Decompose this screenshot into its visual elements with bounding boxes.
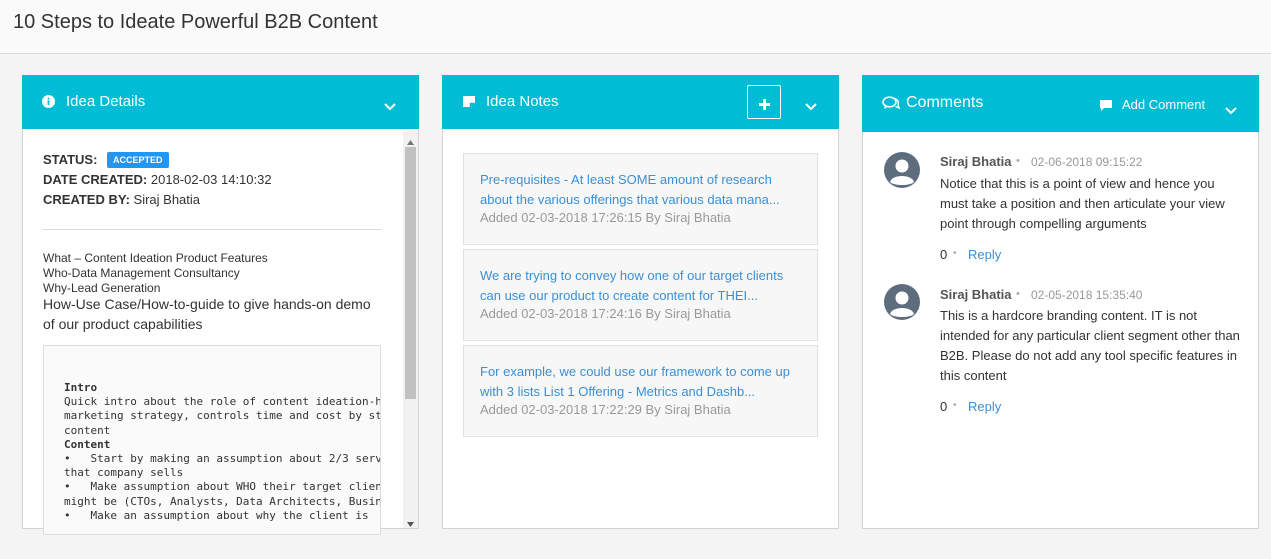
scroll-thumb[interactable]	[405, 147, 416, 399]
note-meta: Added 02-03-2018 17:26:15 By Siraj Bhati…	[480, 210, 731, 225]
status-row: STATUS: ACCEPTED	[43, 152, 169, 168]
divider	[43, 229, 381, 230]
note-text[interactable]: Pre-requisites - At least SOME amount of…	[480, 170, 805, 210]
comments-icon	[882, 96, 901, 116]
comment-icon[interactable]	[1099, 99, 1113, 117]
dot-separator: •	[1016, 288, 1020, 300]
description-line: Why-Lead Generation	[43, 281, 161, 295]
reply-link[interactable]: Reply	[968, 399, 1001, 414]
idea-details-header[interactable]: Idea Details	[22, 75, 419, 129]
comment-author: Siraj Bhatia	[940, 154, 1012, 169]
panel-title: Comments	[906, 94, 984, 111]
created-by-value: Siraj Bhatia	[133, 192, 201, 207]
comment-like-count: 0	[940, 247, 948, 262]
info-icon	[42, 95, 55, 113]
scroll-down-icon[interactable]	[406, 516, 415, 527]
comment-body: This is a hardcore branding content. IT …	[940, 308, 1240, 383]
chevron-down-icon[interactable]	[384, 98, 398, 111]
created-by-row: CREATED BY: Siraj Bhatia	[43, 192, 200, 207]
panel-title: Idea Notes	[486, 93, 559, 110]
description-how: How-Use Case/How-to-guide to give hands-…	[43, 296, 371, 332]
note-card[interactable]: For example, we could use our framework …	[463, 345, 818, 437]
idea-details-panel: Idea Details STATUS: ACCEPTED DATE CREAT…	[22, 75, 419, 535]
scroll-up-icon[interactable]	[406, 134, 415, 145]
page-title: 10 Steps to Ideate Powerful B2B Content	[13, 11, 378, 33]
avatar	[883, 283, 921, 321]
chevron-down-icon[interactable]	[1225, 102, 1239, 115]
chevron-down-icon[interactable]	[805, 98, 819, 111]
avatar	[883, 151, 921, 189]
idea-notes-panel: Idea Notes Pre-requisites - At least SOM…	[442, 75, 839, 529]
comments-panel: Comments Add Comment Siraj Bhatia • 02-0…	[862, 75, 1259, 529]
content-heading: Content	[64, 437, 111, 451]
status-label: STATUS:	[43, 152, 98, 167]
date-created-label: DATE CREATED:	[43, 172, 148, 187]
page-header: 10 Steps to Ideate Powerful B2B Content	[0, 0, 1271, 54]
reply-link[interactable]: Reply	[968, 247, 1001, 262]
comment-body: Notice that this is a point of view and …	[940, 176, 1225, 231]
add-comment-button[interactable]: Add Comment	[1122, 97, 1205, 112]
comment-date: 02-05-2018 15:35:40	[1031, 288, 1143, 302]
note-text[interactable]: We are trying to convey how one of our t…	[480, 266, 805, 306]
content-text: • Start by making an assumption about 2/…	[64, 452, 381, 522]
comments-header[interactable]: Comments Add Comment	[862, 75, 1259, 132]
description-line: Who-Data Management Consultancy	[43, 266, 240, 280]
note-icon	[462, 95, 476, 113]
content-outline-box: Intro Quick intro about the role of cont…	[43, 345, 381, 535]
note-meta: Added 02-03-2018 17:22:29 By Siraj Bhati…	[480, 402, 731, 417]
idea-notes-header[interactable]: Idea Notes	[442, 75, 839, 129]
panel-title: Idea Details	[66, 93, 146, 110]
comment-author: Siraj Bhatia	[940, 287, 1012, 302]
dot-separator: •	[953, 400, 957, 411]
created-by-label: CREATED BY:	[43, 192, 130, 207]
plus-icon	[759, 97, 770, 115]
description-line: What – Content Ideation Product Features	[43, 251, 268, 265]
date-created-value: 2018-02-03 14:10:32	[150, 172, 272, 187]
intro-text: Quick intro about the role of content id…	[64, 395, 381, 437]
content-outline: Intro Quick intro about the role of cont…	[64, 381, 381, 534]
add-note-button[interactable]	[747, 85, 781, 119]
note-card[interactable]: Pre-requisites - At least SOME amount of…	[463, 153, 818, 245]
note-meta: Added 02-03-2018 17:24:16 By Siraj Bhati…	[480, 306, 731, 321]
intro-heading: Intro	[64, 381, 98, 394]
status-badge: ACCEPTED	[107, 152, 169, 168]
date-created-row: DATE CREATED: 2018-02-03 14:10:32	[43, 172, 272, 187]
scrollbar[interactable]	[403, 131, 418, 528]
dot-separator: •	[1016, 155, 1020, 167]
comment-date: 02-06-2018 09:15:22	[1031, 155, 1143, 169]
note-text[interactable]: For example, we could use our framework …	[480, 362, 805, 402]
note-card[interactable]: We are trying to convey how one of our t…	[463, 249, 818, 341]
dot-separator: •	[953, 248, 957, 259]
comment-like-count: 0	[940, 399, 948, 414]
